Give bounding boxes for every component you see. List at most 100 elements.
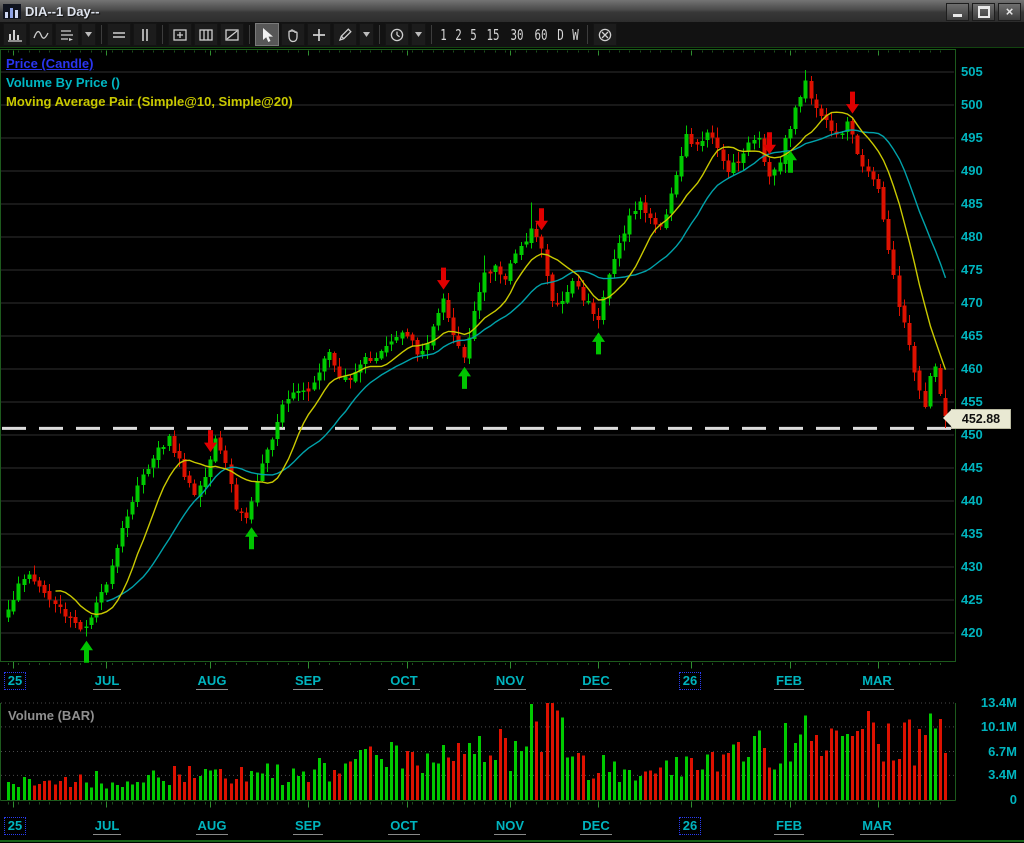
zoom-box-button[interactable] bbox=[168, 23, 192, 46]
pane-config-icon bbox=[224, 27, 240, 43]
zoom-box-icon bbox=[172, 27, 188, 43]
time-axis-label-wrap: 26 bbox=[650, 672, 730, 690]
time-axis-label-wrap: JUL bbox=[67, 817, 147, 835]
crosshair-button[interactable] bbox=[307, 23, 331, 46]
sell-arrow-icon bbox=[846, 92, 859, 114]
time-axis-label-wrap: DEC bbox=[556, 817, 636, 835]
clock-icon bbox=[389, 27, 405, 43]
volume-day-ticks bbox=[9, 802, 941, 808]
indicator-label-ma-pair[interactable]: Moving Average Pair (Simple@10, Simple@2… bbox=[6, 94, 293, 109]
toolbar-separator bbox=[379, 25, 380, 44]
timeframe-button-W[interactable]: W bbox=[570, 26, 581, 44]
split-pane-button[interactable] bbox=[194, 23, 218, 46]
buy-arrow-icon bbox=[245, 527, 258, 549]
time-axis-label-wrap: FEB bbox=[749, 672, 829, 690]
time-axis-label-wrap: DEC bbox=[556, 672, 636, 690]
price-axis-label: 475 bbox=[961, 262, 983, 277]
hand-icon bbox=[285, 27, 301, 43]
timeframe-button-60[interactable]: 60 bbox=[533, 26, 550, 44]
toolbar-separator bbox=[249, 25, 250, 44]
price-axis-label: 435 bbox=[961, 526, 983, 541]
time-axis: 25JULAUGSEPOCTNOVDEC26FEBMAR bbox=[0, 663, 1024, 699]
time-axis-label-wrap: OCT bbox=[364, 672, 444, 690]
price-axis-label: 470 bbox=[961, 295, 983, 310]
price-axis-label: 430 bbox=[961, 559, 983, 574]
window-controls: × bbox=[946, 3, 1021, 21]
time-axis-label-wrap: AUG bbox=[172, 817, 252, 835]
template-lines-icon bbox=[59, 27, 75, 43]
time-axis-month-label: MAR bbox=[860, 818, 894, 835]
draw-button[interactable] bbox=[333, 23, 357, 46]
volume-pane-label[interactable]: Volume (BAR) bbox=[8, 708, 94, 723]
time-axis-label-wrap: MAR bbox=[837, 672, 917, 690]
trendline-button[interactable] bbox=[107, 23, 131, 46]
time-axis-month-label: SEP bbox=[293, 673, 323, 690]
draw-dropdown[interactable] bbox=[359, 23, 374, 46]
timeframe-group: 125 15 30 60 DW bbox=[436, 26, 583, 44]
time-axis-month-label: JUL bbox=[93, 818, 122, 835]
time-axis-label-wrap: 25 bbox=[0, 672, 55, 690]
time-axis-month-label: MAR bbox=[860, 673, 894, 690]
price-chart[interactable] bbox=[0, 49, 957, 671]
indicator-wave-icon bbox=[33, 27, 49, 43]
time-axis-label-wrap: NOV bbox=[470, 817, 550, 835]
volume-axis-label: 0 bbox=[955, 792, 1017, 807]
chart-type-icon bbox=[7, 27, 23, 43]
time-dropdown[interactable] bbox=[411, 23, 426, 46]
pointer-button[interactable] bbox=[255, 23, 279, 46]
minimize-button[interactable] bbox=[946, 3, 969, 21]
time-axis-label-wrap: NOV bbox=[470, 672, 550, 690]
time-button[interactable] bbox=[385, 23, 409, 46]
pencil-icon bbox=[337, 27, 353, 43]
close-button[interactable]: × bbox=[998, 3, 1021, 21]
timeframe-button-D[interactable]: D bbox=[555, 26, 566, 44]
indicator-label-price[interactable]: Price (Candle) bbox=[6, 56, 93, 71]
titlebar[interactable]: DIA--1 Day-- × bbox=[0, 0, 1024, 22]
timeframe-button-15[interactable]: 15 bbox=[484, 26, 501, 44]
time-axis-month-label: FEB bbox=[774, 818, 804, 835]
volume-axis-label: 6.7M bbox=[955, 744, 1017, 759]
price-axis-label: 500 bbox=[961, 97, 983, 112]
price-axis-label: 440 bbox=[961, 493, 983, 508]
time-axis-year-label: 26 bbox=[679, 672, 701, 690]
pane-config-button[interactable] bbox=[220, 23, 244, 46]
signal-arrows bbox=[80, 92, 859, 663]
timeframe-button-5[interactable]: 5 bbox=[468, 26, 479, 44]
time-axis-label-wrap: OCT bbox=[364, 817, 444, 835]
price-axis-label: 495 bbox=[961, 130, 983, 145]
price-axis-label: 455 bbox=[961, 394, 983, 409]
parallel-lines-button[interactable] bbox=[133, 23, 157, 46]
sell-arrow-icon bbox=[437, 268, 450, 290]
timeframe-button-30[interactable]: 30 bbox=[509, 26, 526, 44]
price-axis-label: 505 bbox=[961, 64, 983, 79]
volume-chart[interactable] bbox=[0, 700, 957, 812]
time-axis-year-label: 25 bbox=[4, 817, 26, 835]
pointer-icon bbox=[259, 27, 275, 43]
time-axis-label-wrap: FEB bbox=[749, 817, 829, 835]
volume-axis-label: 3.4M bbox=[955, 767, 1017, 782]
ma-fast-line bbox=[56, 112, 946, 614]
timeframe-button-1[interactable]: 1 bbox=[438, 26, 449, 44]
chart-type-dropdown[interactable] bbox=[81, 23, 96, 46]
maximize-button[interactable] bbox=[972, 3, 995, 21]
chevron-down-icon bbox=[84, 31, 93, 38]
price-axis-label: 465 bbox=[961, 328, 983, 343]
indicator-button[interactable] bbox=[29, 23, 53, 46]
clear-button[interactable] bbox=[593, 23, 617, 46]
chart-window: DIA--1 Day-- × bbox=[0, 0, 1024, 843]
time-axis-month-label: DEC bbox=[580, 818, 611, 835]
time-axis-month-label: OCT bbox=[388, 673, 419, 690]
toolbar-separator bbox=[162, 25, 163, 44]
price-axis-label: 480 bbox=[961, 229, 983, 244]
indicator-label-volume-by-price[interactable]: Volume By Price () bbox=[6, 75, 120, 90]
volume-axis-label: 10.1M bbox=[955, 719, 1017, 734]
toolbar-separator bbox=[101, 25, 102, 44]
toolbar-separator bbox=[587, 25, 588, 44]
chart-type-button[interactable] bbox=[3, 23, 27, 46]
timeframe-button-2[interactable]: 2 bbox=[453, 26, 464, 44]
ma-slow-line bbox=[107, 130, 946, 602]
pan-button[interactable] bbox=[281, 23, 305, 46]
parallel-lines-icon bbox=[137, 27, 153, 43]
buy-arrow-icon bbox=[458, 367, 471, 389]
template-button[interactable] bbox=[55, 23, 79, 46]
